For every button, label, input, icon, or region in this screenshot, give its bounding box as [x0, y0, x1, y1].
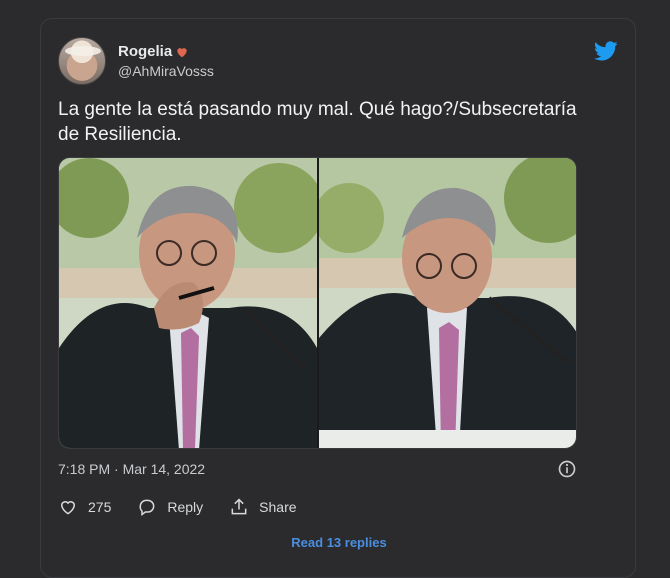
like-count: 275 — [88, 499, 112, 515]
reply-bubble-icon — [139, 499, 155, 516]
heart-icon — [175, 45, 189, 59]
share-label: Share — [259, 499, 297, 515]
twitter-bird-icon[interactable] — [594, 39, 618, 63]
author-handle[interactable]: @AhMiraVosss — [118, 63, 214, 79]
photo-1[interactable] — [59, 158, 317, 448]
share-upload-icon — [231, 498, 247, 515]
tweet-header: Rogelia @AhMiraVosss — [58, 37, 618, 89]
tweet-timestamp[interactable]: 7:18 PM · Mar 14, 2022 — [58, 461, 205, 477]
avatar[interactable] — [58, 37, 106, 85]
reply-button[interactable]: Reply — [137, 497, 203, 517]
tweet-text: La gente la está pasando muy mal. Qué ha… — [58, 99, 577, 145]
share-button[interactable]: Share — [229, 497, 297, 517]
tweet-meta: 7:18 PM · Mar 14, 2022 — [58, 459, 577, 483]
read-replies-link[interactable]: Read 13 replies — [41, 535, 637, 550]
author-name-row[interactable]: Rogelia — [118, 43, 189, 60]
tweet-media[interactable] — [58, 157, 577, 449]
reply-label: Reply — [167, 499, 204, 515]
info-icon[interactable] — [557, 459, 577, 479]
like-heart-icon — [60, 501, 76, 515]
display-name[interactable]: Rogelia — [118, 43, 172, 60]
tweet-actions: 275 Reply Share — [58, 497, 323, 517]
like-button[interactable]: 275 — [58, 497, 111, 517]
tweet-card: Rogelia @AhMiraVosss La gente la está pa… — [40, 18, 636, 578]
photo-2[interactable] — [318, 158, 576, 448]
